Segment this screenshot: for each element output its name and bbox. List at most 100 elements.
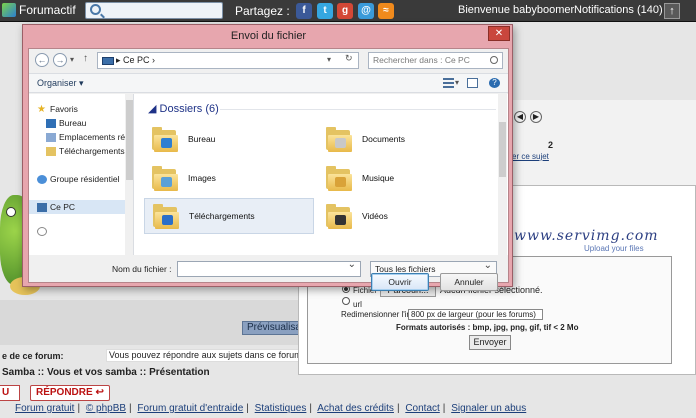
nav-item-network-partial[interactable] xyxy=(37,224,133,238)
facebook-icon[interactable]: f xyxy=(296,3,312,19)
topbar-search-input[interactable] xyxy=(85,2,223,19)
folder-label: Documents xyxy=(362,134,405,144)
folder-badge xyxy=(162,215,173,225)
next-page-icon[interactable]: ▶ xyxy=(530,111,542,123)
address-bar[interactable]: ▸ Ce PC › xyxy=(97,52,359,69)
desktop-icon xyxy=(46,119,56,129)
notifications-link[interactable]: Notifications (140) xyxy=(574,4,663,16)
search-icon xyxy=(490,56,498,64)
group-header-label: Dossiers (6) xyxy=(159,103,219,115)
help-icon[interactable]: ? xyxy=(489,78,500,88)
forumactif-brand[interactable]: Forumactif xyxy=(2,3,76,17)
file-open-dialog: Envoi du fichier ✕ ← → ▾ ↑ ▸ Ce PC › ▾ ↻… xyxy=(22,24,513,291)
folder-icon xyxy=(326,203,352,229)
nav-pane-scrollbar[interactable] xyxy=(125,94,133,255)
folder-icon xyxy=(152,126,178,152)
rss-icon[interactable]: ≈ xyxy=(378,3,394,19)
google-plus-icon[interactable]: g xyxy=(337,3,353,19)
resize-select[interactable]: 800 px de largeur (pour les forums) xyxy=(408,309,543,320)
radio-url[interactable] xyxy=(342,297,350,305)
history-dropdown-icon[interactable]: ▾ xyxy=(70,55,74,64)
reply-arrow-icon: ↩ xyxy=(95,387,104,398)
preview-button[interactable]: Prévisualisat xyxy=(242,321,300,335)
footer-sep: | xyxy=(309,403,312,414)
folder-documents[interactable]: Documents xyxy=(318,122,488,158)
folder-images[interactable]: Images xyxy=(144,161,314,197)
folder-badge xyxy=(335,215,346,225)
send-button[interactable]: Envoyer xyxy=(469,335,511,350)
dialog-search-input[interactable]: Rechercher dans : Ce PC xyxy=(368,52,503,69)
address-dropdown-icon[interactable]: ▾ xyxy=(327,55,331,64)
allowed-formats-text: Formats autorisés : bmp, jpg, png, gif, … xyxy=(396,323,579,332)
reply-label: RÉPONDRE xyxy=(36,387,93,398)
file-list-scroll-thumb[interactable] xyxy=(499,122,506,177)
servimg-logo: www.servimg.com Upload your files xyxy=(514,228,659,253)
nav-item-emplacements[interactable]: Emplacements ré xyxy=(46,130,133,144)
nav-item-groupe-residentiel[interactable]: Groupe résidentiel xyxy=(37,172,133,186)
group-header[interactable]: ◢ Dossiers (6) xyxy=(148,102,219,115)
folder-badge xyxy=(335,138,346,148)
page-number[interactable]: 2 xyxy=(548,140,553,150)
nav-item-ce-pc[interactable]: Ce PC xyxy=(29,200,133,214)
email-share-icon[interactable]: @ xyxy=(358,3,374,19)
address-text: Ce PC xyxy=(123,55,150,65)
nav-item-label: Ce PC xyxy=(50,202,76,212)
nav-pane-scroll-thumb[interactable] xyxy=(126,100,133,180)
nav-item-label: Favoris xyxy=(50,104,78,114)
dialog-close-icon[interactable]: ✕ xyxy=(488,26,510,41)
footer-link-phpbb[interactable]: © phpBB xyxy=(86,403,126,414)
forum-breadcrumb[interactable]: Samba :: Vous et vos samba :: Présentati… xyxy=(2,367,210,378)
share-label: Partagez : xyxy=(235,4,290,18)
chevron-down-icon: ▾ xyxy=(79,78,84,88)
cancel-button[interactable]: Annuler xyxy=(440,273,498,291)
footer-link-forum-gratuit[interactable]: Forum gratuit xyxy=(15,403,74,414)
nav-item-telechargements[interactable]: Téléchargements xyxy=(46,144,133,158)
footer-sep: | xyxy=(396,403,400,414)
view-options-icon[interactable] xyxy=(443,78,454,88)
footer-link-credits[interactable]: Achat des crédits xyxy=(317,403,394,414)
nav-item-label: Emplacements ré xyxy=(59,132,126,142)
computer-icon xyxy=(37,203,47,213)
refresh-icon[interactable]: ↻ xyxy=(345,53,353,64)
previous-button[interactable]: U xyxy=(0,385,20,401)
folder-badge xyxy=(161,138,172,148)
open-button[interactable]: Ouvrir xyxy=(371,273,429,291)
servimg-logo-text: www.servimg.com xyxy=(514,228,659,244)
prev-page-icon[interactable]: ◀ xyxy=(514,111,526,123)
scroll-top-icon[interactable]: ↑ xyxy=(664,3,680,19)
footer-link-contact[interactable]: Contact xyxy=(405,403,439,414)
folder-label: Images xyxy=(188,173,216,183)
filename-input[interactable] xyxy=(177,259,361,277)
folder-telechargements[interactable]: Téléchargements xyxy=(144,198,314,234)
reply-button[interactable]: RÉPONDRE ↩ xyxy=(30,385,110,401)
view-dropdown-icon[interactable]: ▾ xyxy=(455,78,459,87)
twitter-icon[interactable]: t xyxy=(317,3,333,19)
preview-pane-icon[interactable] xyxy=(467,78,478,88)
topic-link[interactable]: er ce sujet xyxy=(512,152,549,161)
navigation-pane: ★ Favoris Bureau Emplacements ré Téléchar… xyxy=(29,94,134,255)
footer-link-abus[interactable]: Signaler un abus xyxy=(451,403,526,414)
folder-icon xyxy=(152,165,178,191)
folder-badge xyxy=(335,177,346,187)
radio-url-label: url xyxy=(353,300,362,309)
footer-links: Forum gratuit | © phpBB | Forum gratuit d'… xyxy=(15,403,526,414)
folder-videos[interactable]: Vidéos xyxy=(318,199,488,235)
nav-item-bureau[interactable]: Bureau xyxy=(46,116,133,130)
footer-link-entraide[interactable]: Forum gratuit d'entraide xyxy=(137,403,243,414)
nav-item-favoris[interactable]: ★ Favoris xyxy=(37,102,133,116)
folder-label: Bureau xyxy=(188,134,216,144)
file-list-scrollbar[interactable] xyxy=(498,94,507,255)
folder-musique[interactable]: Musique xyxy=(318,161,488,197)
permissions-text: Vous pouvez répondre aux sujets dans ce … xyxy=(106,349,300,362)
back-arrow-icon[interactable]: ← xyxy=(35,53,49,67)
organize-menu[interactable]: Organiser ▾ xyxy=(37,78,84,89)
forward-arrow-icon[interactable]: → xyxy=(53,53,67,67)
folder-bureau[interactable]: Bureau xyxy=(144,122,314,158)
search-icon xyxy=(90,4,101,15)
nav-item-label: Bureau xyxy=(59,118,87,128)
up-arrow-icon[interactable]: ↑ xyxy=(83,53,88,64)
folder-icon xyxy=(326,165,352,191)
footer-link-statistiques[interactable]: Statistiques xyxy=(255,403,307,414)
star-icon: ★ xyxy=(37,104,46,116)
filename-row: Nom du fichier : Tous les fichiers xyxy=(29,257,508,282)
